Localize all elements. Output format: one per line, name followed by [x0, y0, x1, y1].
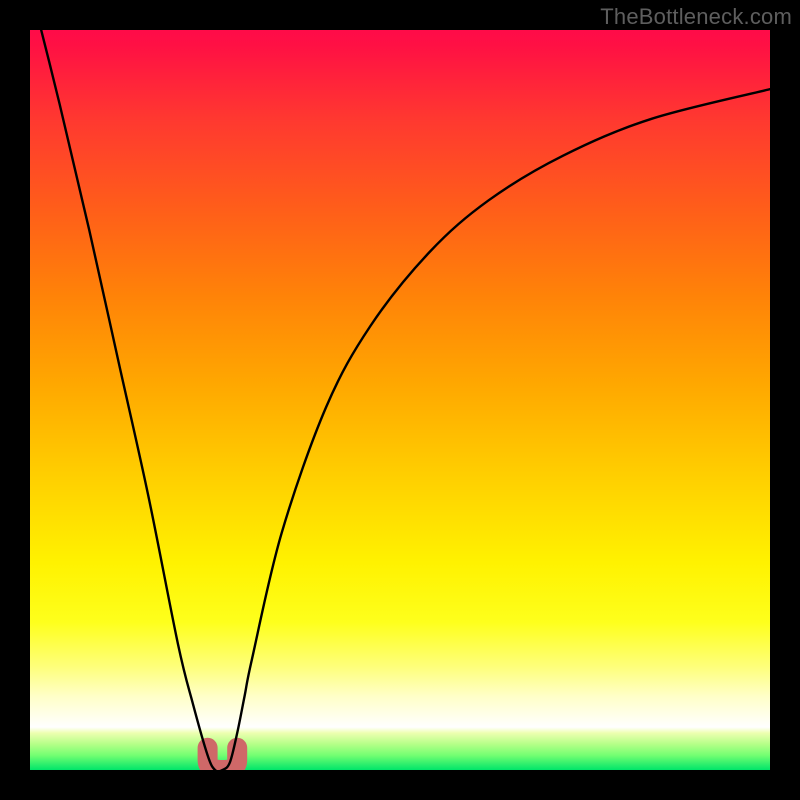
chart-container: TheBottleneck.com [0, 0, 800, 800]
curve-layer [30, 30, 770, 770]
plot-area [30, 30, 770, 770]
watermark-text: TheBottleneck.com [600, 4, 792, 30]
bottleneck-curve [30, 30, 770, 770]
